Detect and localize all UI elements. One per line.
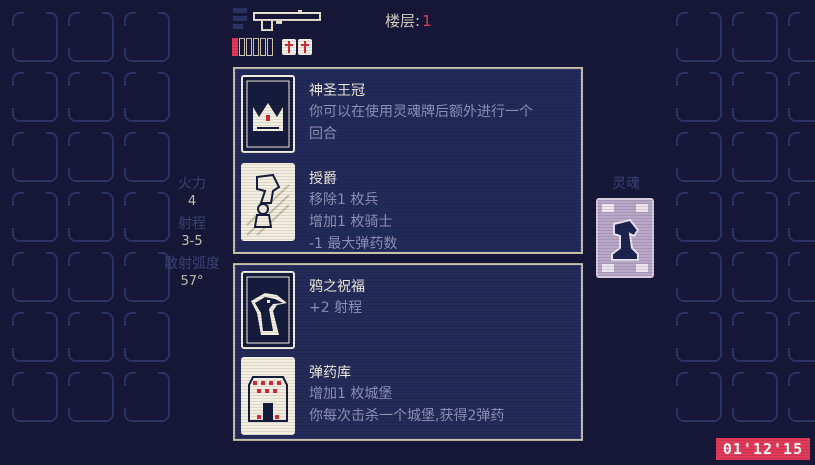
- board-tile: [68, 252, 114, 302]
- floor-number: 1: [422, 12, 432, 30]
- board-tile: [68, 72, 114, 122]
- upgrade-description: 增加1 枚骑士: [309, 214, 393, 230]
- upgrade-description: 移除1 枚兵: [309, 192, 379, 208]
- upgrade-entry: 授爵 移除1 枚兵 增加1 枚骑士 -1 最大弹药数: [241, 163, 397, 255]
- board-tile: [788, 132, 815, 182]
- board-tile: [788, 252, 815, 302]
- floor-indicator: 楼层: 1: [385, 10, 432, 31]
- upgrade-description: +2 射程: [309, 300, 363, 316]
- upgrade-option-2[interactable]: 鸦之祝福 +2 射程 弹药库 增加1 枚城堡 你每次击杀一个城堡,获得2弹药: [233, 263, 583, 441]
- board-tile: [12, 72, 58, 122]
- upgrade-entry: 鸦之祝福 +2 射程: [241, 271, 365, 349]
- upgrade-title: 弹药库: [309, 365, 351, 381]
- board-tile: [732, 132, 778, 182]
- board-tile: [12, 252, 58, 302]
- board-tile: [788, 372, 815, 422]
- crow-icon: [241, 271, 295, 349]
- board-tile: [732, 372, 778, 422]
- knight-soul-card-icon[interactable]: [596, 198, 654, 278]
- board-tile: [676, 12, 722, 62]
- board-tile: [676, 372, 722, 422]
- stat-value: 3-5: [181, 234, 203, 249]
- shotgun-icon: [232, 6, 324, 32]
- upgrade-title: 鸦之祝福: [309, 279, 365, 295]
- board-tile: [68, 132, 114, 182]
- upgrade-description: 你每次击杀一个城堡,获得2弹药: [309, 408, 505, 424]
- upgrade-option-1[interactable]: 神圣王冠 你可以在使用灵魂牌后额外进行一个 回合 授爵 移除1 枚兵 增加1 枚…: [233, 67, 583, 254]
- upgrade-description: 你可以在使用灵魂牌后额外进行一个: [309, 104, 533, 120]
- floor-label: 楼层:: [385, 12, 421, 30]
- board-tile: [676, 192, 722, 242]
- board-tile: [12, 132, 58, 182]
- board-tile: [732, 252, 778, 302]
- board-tile: [12, 372, 58, 422]
- castle-armory-icon: [241, 357, 295, 435]
- health-hearts: [280, 39, 312, 55]
- heart-icon: [298, 39, 312, 55]
- stat-value: 57°: [180, 274, 204, 289]
- upgrade-description: 回合: [309, 126, 337, 142]
- upgrade-description: 增加1 枚城堡: [309, 386, 393, 402]
- board-tile: [788, 312, 815, 362]
- upgrade-entry: 神圣王冠 你可以在使用灵魂牌后额外进行一个 回合: [241, 75, 533, 153]
- ammo-slot: [267, 38, 273, 56]
- crown-icon: [241, 75, 295, 153]
- board-tile: [788, 72, 815, 122]
- board-tile: [732, 12, 778, 62]
- board-tile: [12, 192, 58, 242]
- soul-label: 灵魂: [612, 176, 640, 192]
- stat-value: 4: [187, 194, 197, 209]
- board-tile: [732, 192, 778, 242]
- board-tile: [788, 12, 815, 62]
- board-tile: [732, 312, 778, 362]
- ammo-slot: [232, 38, 238, 56]
- board-tile: [676, 252, 722, 302]
- board-tile: [68, 372, 114, 422]
- board-tile: [788, 192, 815, 242]
- board-tile: [676, 132, 722, 182]
- ammo-bar: [232, 38, 312, 56]
- board-tile: [68, 192, 114, 242]
- board-tile: [124, 12, 170, 62]
- upgrade-title: 神圣王冠: [309, 83, 365, 99]
- upgrade-title: 授爵: [309, 171, 337, 187]
- left-tile-grid: [12, 12, 170, 422]
- board-tile: [68, 312, 114, 362]
- ammo-slot: [253, 38, 259, 56]
- stat-label: 火力: [178, 176, 206, 192]
- run-timer: 01'12'15: [716, 438, 810, 460]
- upgrade-description: -1 最大弹药数: [309, 236, 398, 252]
- right-tile-grid: [676, 12, 815, 422]
- stat-label: 射程: [178, 216, 206, 232]
- stat-label: 散射弧度: [164, 256, 220, 272]
- weapon-stats: 火力 4 射程 3-5 散射弧度 57°: [150, 175, 234, 295]
- board-tile: [68, 12, 114, 62]
- board-tile: [12, 12, 58, 62]
- board-tile: [124, 72, 170, 122]
- board-tile: [124, 312, 170, 362]
- upgrade-entry: 弹药库 增加1 枚城堡 你每次击杀一个城堡,获得2弹药: [241, 357, 504, 435]
- ammo-slot: [239, 38, 245, 56]
- board-tile: [12, 312, 58, 362]
- board-tile: [676, 72, 722, 122]
- heart-icon: [282, 39, 296, 55]
- board-tile: [732, 72, 778, 122]
- ammo-slot: [246, 38, 252, 56]
- board-tile: [676, 312, 722, 362]
- ammo-slot: [260, 38, 266, 56]
- board-tile: [124, 372, 170, 422]
- knight-promotion-icon: [241, 163, 295, 241]
